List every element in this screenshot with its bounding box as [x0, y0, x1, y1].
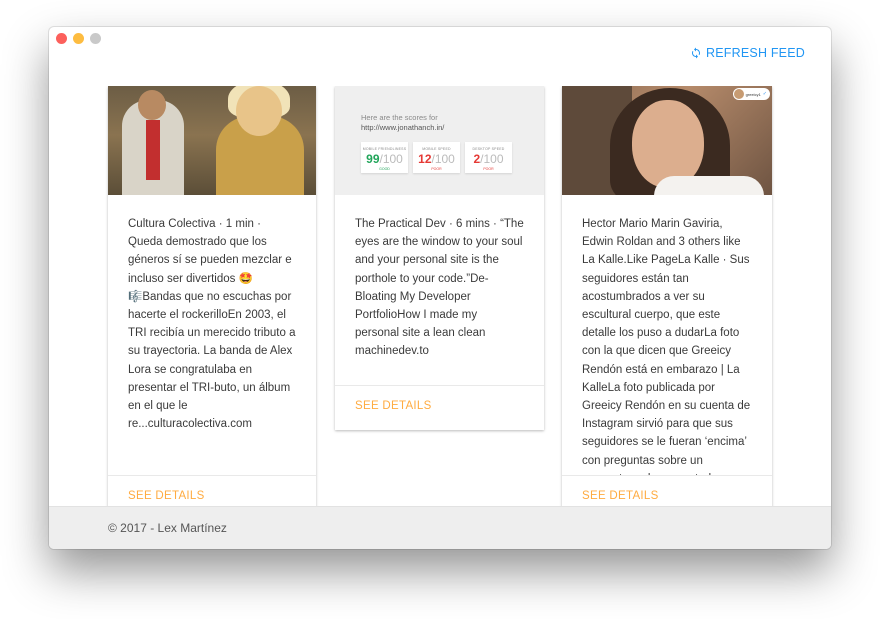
copyright-text: © 2017 - Lex Martínez [108, 521, 227, 535]
scores-url: http://www.jonathanch.in/ [361, 123, 445, 132]
refresh-icon [692, 47, 701, 59]
app-window: REFRESH FEED Cultura Colectiva · 1 min ·… [49, 27, 831, 549]
feed: Cultura Colectiva · 1 min · Queda demost… [49, 86, 831, 506]
card-image: Here are the scores for http://www.jonat… [335, 86, 544, 195]
card-text: Cultura Colectiva · 1 min · Queda demost… [128, 218, 296, 431]
card-text: Hector Mario Marin Gaviria, Edwin Roldan… [582, 218, 751, 475]
card-text: The Practical Dev · 6 mins · “The eyes a… [355, 218, 524, 358]
refresh-feed-label: REFRESH FEED [706, 46, 805, 60]
window-controls [56, 33, 101, 44]
close-window-button[interactable] [56, 33, 67, 44]
card-image [108, 86, 316, 195]
scores-intro: Here are the scores for [361, 113, 438, 122]
profile-badge: greeicy1 ✓ [732, 88, 770, 100]
zoom-window-button[interactable] [90, 33, 101, 44]
avatar [733, 89, 744, 99]
minimize-window-button[interactable] [73, 33, 84, 44]
score-box: MOBILE FRIENDLINESS 99/100 GOOD [361, 142, 408, 173]
footer: © 2017 - Lex Martínez [49, 506, 831, 549]
refresh-feed-button[interactable]: REFRESH FEED [690, 46, 805, 60]
profile-name: greeicy1 [745, 91, 761, 97]
see-details-button[interactable]: SEE DETAILS [335, 386, 544, 426]
card-image: greeicy1 ✓ [562, 86, 772, 195]
see-details-button[interactable]: SEE DETAILS [562, 476, 772, 506]
feed-card: greeicy1 ✓ Hector Mario Marin Gaviria, E… [562, 86, 772, 506]
verified-icon: ✓ [762, 91, 767, 97]
score-box: DESKTOP SPEED 2/100 POOR [465, 142, 512, 173]
feed-card: Here are the scores for http://www.jonat… [335, 86, 544, 430]
feed-card: Cultura Colectiva · 1 min · Queda demost… [108, 86, 316, 506]
see-details-button[interactable]: SEE DETAILS [108, 476, 316, 506]
score-box: MOBILE SPEED 12/100 POOR [413, 142, 460, 173]
